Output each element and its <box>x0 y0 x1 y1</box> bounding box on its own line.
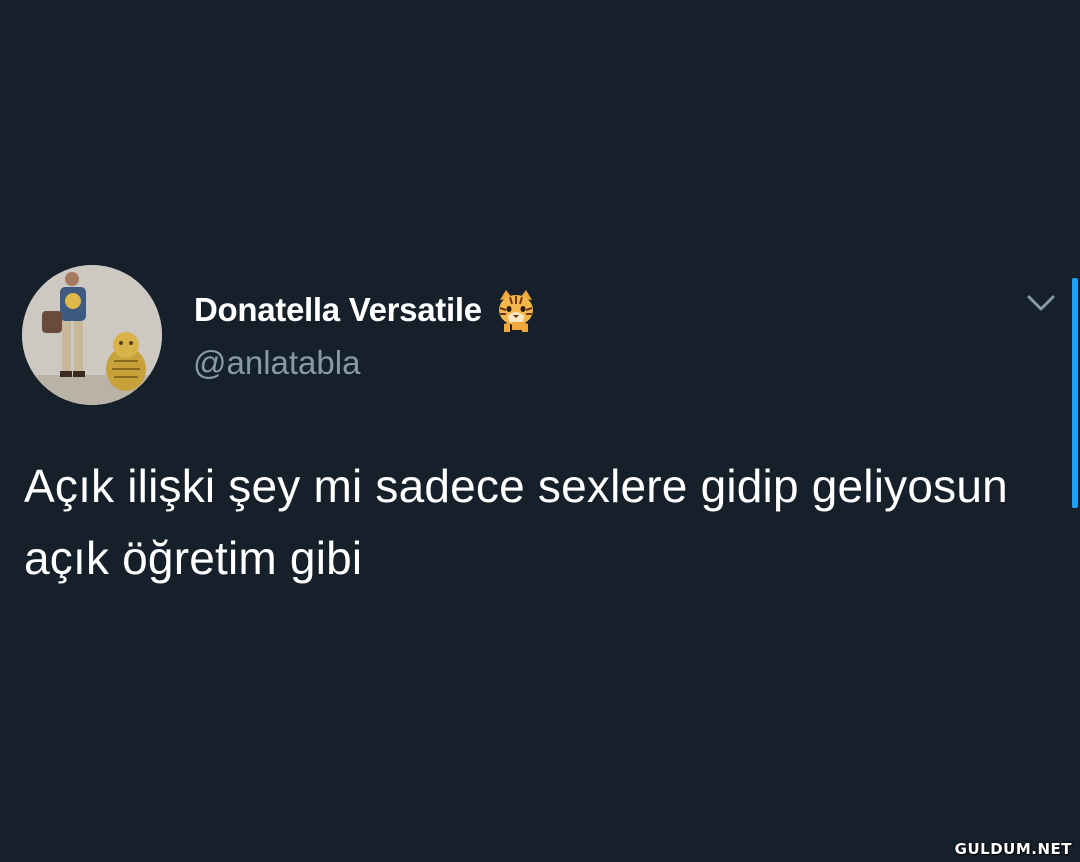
user-handle[interactable]: @anlatabla <box>193 344 360 382</box>
scrollbar[interactable] <box>1072 278 1078 508</box>
display-name-row: Donatella Versatile <box>194 286 540 334</box>
avatar[interactable] <box>22 265 162 405</box>
watermark: GULDUM.NET <box>954 840 1072 858</box>
tiger-face-icon <box>492 286 540 334</box>
display-name[interactable]: Donatella Versatile <box>194 291 482 329</box>
tweet-text: Açık ilişki şey mi sadece sexlere gidip … <box>24 460 1008 584</box>
chevron-down-icon[interactable] <box>1024 286 1058 320</box>
avatar-image <box>22 265 162 405</box>
tweet: Donatella Versatile @anlatabla Açık iliş… <box>0 0 1080 862</box>
